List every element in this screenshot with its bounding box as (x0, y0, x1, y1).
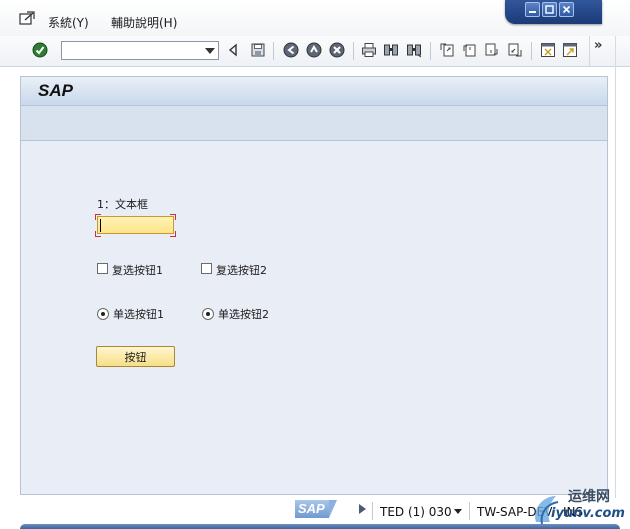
toolbar-edge (589, 36, 590, 66)
text-caret (100, 219, 101, 232)
previous-page-icon[interactable] (461, 42, 477, 58)
menu-icon[interactable] (18, 11, 36, 27)
radio-button-1[interactable] (97, 308, 109, 320)
title-bar: SAP (20, 76, 608, 106)
window-controls (505, 0, 602, 24)
status-separator (469, 502, 470, 520)
text-field-focus (95, 214, 176, 237)
toolbar-separator (531, 42, 532, 60)
menu-bar: 系統(Y) 輔助說明(H) (0, 0, 630, 36)
checkbox-2[interactable] (201, 263, 212, 274)
sap-logo: SAP (295, 500, 337, 518)
radio-button-2[interactable] (202, 308, 214, 320)
radio-button-1-label[interactable]: 单选按钮1 (113, 306, 164, 322)
chevron-down-icon[interactable] (454, 509, 462, 514)
checkbox-1-label[interactable]: 复选按钮1 (112, 262, 163, 278)
back-icon[interactable] (283, 42, 299, 58)
screen-area (20, 141, 608, 495)
bottom-frame (20, 524, 620, 529)
back-nav-icon[interactable] (225, 42, 241, 58)
save-icon[interactable] (250, 42, 266, 58)
toolbar-separator (273, 42, 274, 60)
last-page-icon[interactable] (507, 42, 523, 58)
push-button[interactable]: 按钮 (96, 346, 175, 367)
find-next-icon[interactable] (406, 42, 422, 58)
maximize-icon[interactable] (542, 2, 557, 17)
status-separator (372, 502, 373, 520)
application-toolbar (20, 106, 608, 141)
cancel-icon[interactable] (329, 42, 345, 58)
watermark-cn: 运维网 (568, 489, 610, 505)
menu-system[interactable]: 系統(Y) (48, 14, 89, 31)
checkbox-1[interactable] (97, 263, 108, 274)
minimize-icon[interactable] (525, 2, 540, 17)
more-icon[interactable]: » (594, 38, 602, 53)
menu-help[interactable]: 輔助說明(H) (111, 14, 177, 31)
chevron-down-icon[interactable] (205, 48, 215, 54)
command-input[interactable] (64, 43, 200, 58)
status-system: TED (1) 030 (380, 505, 452, 519)
checkbox-2-label[interactable]: 复选按钮2 (216, 262, 267, 278)
command-field[interactable] (61, 41, 219, 60)
print-icon[interactable] (361, 42, 377, 58)
create-session-icon[interactable] (540, 42, 556, 58)
enter-icon[interactable] (32, 42, 48, 58)
standard-toolbar: » (0, 36, 630, 67)
first-page-icon[interactable] (439, 42, 455, 58)
toolbar-separator (353, 42, 354, 60)
page-title: SAP (38, 81, 73, 100)
watermark-en: iyunv.com (551, 506, 625, 521)
text-field-input[interactable] (97, 216, 174, 234)
close-icon[interactable] (559, 2, 574, 17)
radio-button-2-label[interactable]: 单选按钮2 (218, 306, 269, 322)
status-expand-icon[interactable] (359, 504, 366, 514)
text-field-label: 1：文本框 (97, 198, 148, 211)
frame-edge (615, 36, 616, 529)
sap-logo-text: SAP (298, 501, 325, 516)
shortcut-icon[interactable] (562, 42, 578, 58)
next-page-icon[interactable] (484, 42, 500, 58)
find-icon[interactable] (383, 42, 399, 58)
exit-icon[interactable] (306, 42, 322, 58)
toolbar-separator (430, 42, 431, 60)
